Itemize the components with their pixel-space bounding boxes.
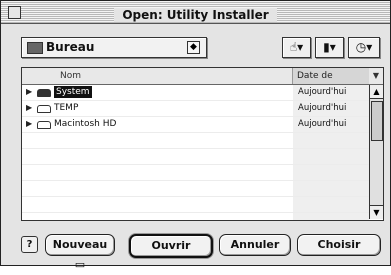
disclosure-triangle-icon[interactable]: ▶ bbox=[26, 119, 32, 128]
empty-row bbox=[22, 181, 369, 197]
scroll-up-arrow-icon[interactable]: ▲ bbox=[370, 85, 383, 99]
column-header-name[interactable]: Nom bbox=[22, 68, 293, 84]
disclosure-triangle-icon[interactable]: ▶ bbox=[26, 87, 32, 96]
folder-icon bbox=[27, 42, 43, 54]
empty-row bbox=[22, 165, 369, 181]
disclosure-triangle-icon[interactable]: ▶ bbox=[26, 103, 32, 112]
list-rows: ▶ System Aujourd'hui ▶ TEMP Aujourd'hui … bbox=[22, 85, 369, 220]
item-name: TEMP bbox=[54, 103, 79, 113]
empty-row bbox=[22, 133, 369, 149]
choose-button[interactable]: Choisir bbox=[297, 234, 381, 256]
disk-icon bbox=[37, 121, 51, 129]
file-list[interactable]: Nom Date de modif... ▼ ▶ System Aujourd'… bbox=[21, 67, 384, 221]
empty-row bbox=[22, 149, 369, 165]
scroll-down-arrow-icon[interactable]: ▼ bbox=[370, 205, 383, 219]
new-folder-icon: ▭ bbox=[74, 258, 86, 271]
list-header: Nom Date de modif... ▼ bbox=[22, 68, 383, 97]
popup-arrow-icon: ◆ bbox=[187, 41, 200, 54]
shortcuts-button[interactable]: ☝▾ bbox=[282, 37, 311, 58]
disk-icon bbox=[37, 89, 51, 97]
empty-row bbox=[22, 197, 369, 213]
vertical-scrollbar[interactable]: ▲ ▼ bbox=[369, 85, 383, 219]
item-date: Aujourd'hui bbox=[298, 119, 347, 129]
pointing-hand-icon: ☝▾ bbox=[289, 40, 304, 54]
item-name: System bbox=[54, 86, 92, 98]
column-header-date[interactable]: Date de modif... bbox=[293, 68, 369, 97]
open-dialog-window: Open: Utility Installer Bureau ◆ ☝▾ ▮▾ ◷… bbox=[0, 0, 391, 271]
favorites-button[interactable]: ▮▾ bbox=[315, 37, 344, 58]
scroll-thumb[interactable] bbox=[371, 101, 383, 141]
list-item[interactable]: ▶ System Aujourd'hui bbox=[22, 85, 369, 101]
new-folder-button[interactable]: Nouveau ▭ bbox=[45, 234, 115, 271]
open-button[interactable]: Ouvrir bbox=[129, 234, 213, 258]
new-folder-label: Nouveau bbox=[52, 238, 108, 251]
item-date: Aujourd'hui bbox=[298, 87, 347, 97]
list-item[interactable]: ▶ TEMP Aujourd'hui bbox=[22, 101, 369, 117]
clock-icon: ◷▾ bbox=[355, 40, 373, 54]
help-button[interactable]: ? bbox=[21, 236, 38, 253]
window-title: Open: Utility Installer bbox=[114, 8, 277, 22]
disk-icon bbox=[37, 105, 51, 113]
item-name: Macintosh HD bbox=[54, 119, 117, 129]
location-label: Bureau bbox=[46, 40, 95, 54]
title-bar[interactable]: Open: Utility Installer bbox=[1, 1, 390, 24]
item-date: Aujourd'hui bbox=[298, 103, 347, 113]
cancel-button[interactable]: Annuler bbox=[219, 234, 291, 256]
bookmark-icon: ▮▾ bbox=[323, 40, 336, 54]
list-item[interactable]: ▶ Macintosh HD Aujourd'hui bbox=[22, 117, 369, 133]
recent-button[interactable]: ◷▾ bbox=[348, 37, 380, 58]
location-popup[interactable]: Bureau ◆ bbox=[21, 37, 207, 58]
sort-order-icon[interactable]: ▼ bbox=[369, 68, 383, 84]
